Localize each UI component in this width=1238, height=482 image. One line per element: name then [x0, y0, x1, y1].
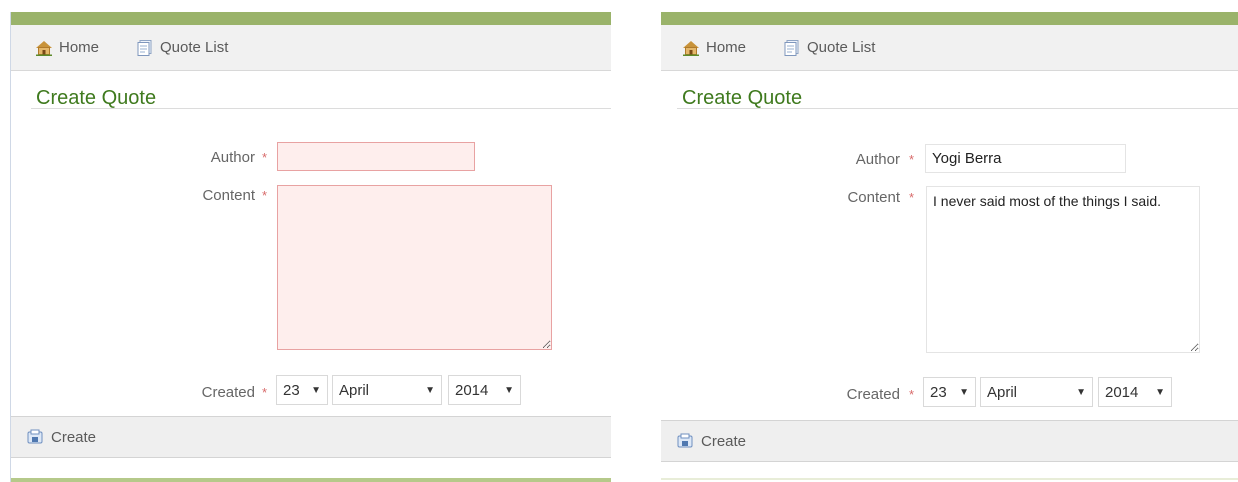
year-select[interactable]: 2014 ▼	[1098, 377, 1172, 407]
nav-quote-list-label: Quote List	[160, 39, 229, 56]
required-marker: *	[262, 150, 268, 165]
required-marker: *	[262, 385, 268, 400]
create-button-label: Create	[51, 428, 97, 446]
author-input[interactable]	[925, 144, 1126, 173]
content-textarea[interactable]: I never said most of the things I said.	[926, 186, 1200, 353]
bottom-accent-bar	[661, 478, 1238, 480]
required-marker: *	[909, 152, 915, 167]
year-value: 2014	[1105, 383, 1139, 401]
content-label: Content	[202, 187, 255, 204]
top-accent-bar	[11, 12, 611, 25]
chevron-down-icon: ▼	[311, 384, 321, 396]
chevron-down-icon: ▼	[1155, 386, 1165, 398]
home-icon	[36, 40, 52, 56]
page-title: Create Quote	[682, 87, 803, 109]
bottom-accent-bar	[11, 478, 611, 482]
nav-home-link[interactable]: Home	[35, 25, 99, 70]
author-input[interactable]	[277, 142, 475, 171]
create-icon	[27, 429, 43, 444]
day-value: 23	[930, 383, 947, 401]
title-divider	[31, 108, 611, 109]
form-actions-bar: Create	[11, 416, 611, 458]
create-quote-form-filled: Home Quote List Create Quote Author * Co…	[661, 12, 1238, 482]
day-select[interactable]: 23 ▼	[276, 375, 328, 405]
create-button-label: Create	[701, 432, 747, 450]
day-select[interactable]: 23 ▼	[923, 377, 976, 407]
content-label: Content	[847, 189, 900, 206]
month-select[interactable]: April ▼	[980, 377, 1093, 407]
nav-home-label: Home	[706, 39, 747, 56]
create-button[interactable]: Create	[677, 433, 746, 450]
chevron-down-icon: ▼	[504, 384, 514, 396]
nav-quote-list-label: Quote List	[807, 39, 876, 56]
year-select[interactable]: 2014 ▼	[448, 375, 521, 405]
required-marker: *	[909, 387, 915, 402]
top-accent-bar	[661, 12, 1238, 25]
content-textarea[interactable]	[277, 185, 552, 350]
year-value: 2014	[455, 381, 489, 399]
month-select[interactable]: April ▼	[332, 375, 442, 405]
created-label: Created	[846, 386, 900, 403]
create-icon	[677, 433, 693, 448]
day-value: 23	[283, 381, 300, 399]
create-button[interactable]: Create	[27, 429, 96, 446]
navbar: Home Quote List	[11, 25, 611, 71]
nav-quote-list-link[interactable]: Quote List	[783, 25, 875, 70]
required-marker: *	[909, 190, 915, 205]
create-quote-form-empty: Home Quote List Create Quote Author * Co…	[10, 12, 611, 482]
form-actions-bar: Create	[661, 420, 1238, 462]
chevron-down-icon: ▼	[1076, 386, 1086, 398]
month-value: April	[987, 383, 1018, 401]
nav-home-label: Home	[59, 39, 100, 56]
author-label: Author	[855, 151, 900, 168]
chevron-down-icon: ▼	[425, 384, 435, 396]
author-label: Author	[210, 149, 255, 166]
page-title: Create Quote	[36, 87, 157, 109]
home-icon	[683, 40, 699, 56]
title-divider	[677, 108, 1238, 109]
created-label: Created	[201, 384, 255, 401]
required-marker: *	[262, 188, 268, 203]
navbar: Home Quote List	[661, 25, 1238, 71]
nav-home-link[interactable]: Home	[682, 25, 746, 70]
document-icon	[784, 39, 799, 56]
document-icon	[137, 39, 152, 56]
nav-quote-list-link[interactable]: Quote List	[136, 25, 228, 70]
month-value: April	[339, 381, 370, 399]
chevron-down-icon: ▼	[959, 386, 969, 398]
